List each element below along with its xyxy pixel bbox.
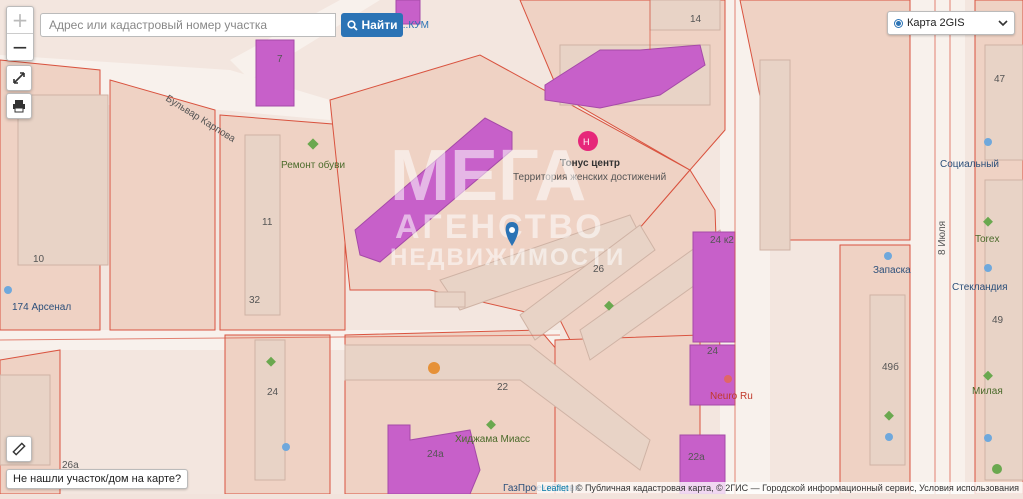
poi-label: Ремонт обуви <box>281 159 345 171</box>
poi-label: 174 Арсенал <box>12 302 71 313</box>
poi-label: Социальный <box>940 159 999 170</box>
zoom-control: + − <box>6 6 34 61</box>
house-number: 22 <box>497 382 509 393</box>
house-number: 24 к2 <box>710 235 734 246</box>
print-button[interactable] <box>6 93 32 119</box>
poi-label: Милая <box>972 386 1003 397</box>
house-number: 49 <box>992 315 1004 326</box>
ruler-icon <box>12 442 26 456</box>
house-number: 14 <box>690 14 702 25</box>
search-input[interactable] <box>40 13 336 37</box>
house-number: 22а <box>688 452 705 463</box>
leaflet-link[interactable]: Leaflet <box>541 483 568 493</box>
house-number: 24 <box>707 346 719 357</box>
radio-selected-icon <box>894 18 903 28</box>
poi-label: Запаска <box>873 265 911 276</box>
poi-label: ...КУМ <box>400 20 429 31</box>
street-label-8-iyulya: 8 Июля <box>937 221 948 255</box>
measure-button[interactable] <box>6 436 32 462</box>
layer-select-value: Карта 2GIS <box>907 17 965 29</box>
poi-label: Torex <box>975 234 999 245</box>
house-number: 7 <box>277 54 283 65</box>
fullscreen-button[interactable] <box>6 65 32 91</box>
poi-label: Хиджама Миасс <box>455 434 530 445</box>
house-number: 24 <box>267 387 279 398</box>
search-button-label: Найти <box>361 18 398 32</box>
search-button[interactable]: Найти <box>341 13 403 37</box>
house-number: 10 <box>33 254 45 265</box>
house-number: 49б <box>882 361 899 373</box>
zoom-in-button[interactable]: + <box>7 7 33 33</box>
expand-icon <box>13 72 25 84</box>
svg-text:МЕГА: МЕГА <box>390 136 586 216</box>
zoom-out-button[interactable]: − <box>7 33 33 60</box>
attribution-text: | © Публичная кадастровая карта, © 2ГИС … <box>570 483 1019 493</box>
house-number: 24а <box>427 449 444 460</box>
not-found-link[interactable]: Не нашли участок/дом на карте? <box>6 469 189 489</box>
house-number: 32 <box>249 295 261 306</box>
search-icon <box>346 19 358 31</box>
house-number: 47 <box>994 74 1006 85</box>
map-canvas[interactable]: Бульвар Карпова 8 Июля 14 47 10 11 32 26… <box>0 0 1023 495</box>
layer-select[interactable]: Карта 2GIS <box>887 11 1015 35</box>
svg-text:НЕДВИЖИМОСТИ: НЕДВИЖИМОСТИ <box>390 244 625 271</box>
attribution: Leaflet | © Публичная кадастровая карта,… <box>537 482 1023 494</box>
poi-label: Стекландия <box>952 282 1008 293</box>
poi-label: Neuro Ru <box>710 391 753 402</box>
chevron-down-icon <box>998 20 1008 27</box>
printer-icon <box>13 100 25 113</box>
house-number: 11 <box>262 217 273 228</box>
svg-text:АГЕНСТВО: АГЕНСТВО <box>395 208 605 246</box>
